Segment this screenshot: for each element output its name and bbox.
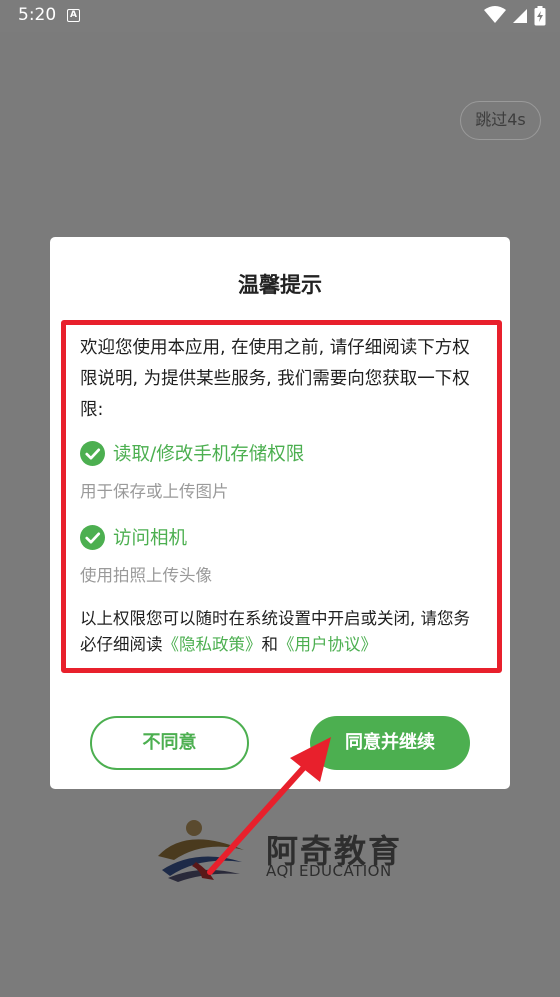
outro-and: 和 <box>261 635 279 654</box>
dialog-title: 温馨提示 <box>238 273 322 297</box>
disagree-button[interactable]: 不同意 <box>90 716 249 770</box>
notification-icon: A <box>67 9 80 22</box>
permission-dialog: 温馨提示 欢迎您使用本应用, 在使用之前, 请仔细阅读下方权限说明, 为提供某些… <box>50 237 510 789</box>
permission-item-camera: 访问相机 使用拍照上传头像 <box>80 524 480 586</box>
signal-icon <box>512 9 527 23</box>
permission-description: 用于保存或上传图片 <box>80 482 229 501</box>
privacy-policy-link[interactable]: 《隐私政策》 <box>163 635 262 654</box>
outro-text: 以上权限您可以随时在系统设置中开启或关闭, 请您务必仔细阅读《隐私政策》和《用户… <box>80 606 480 658</box>
status-icons <box>483 6 546 26</box>
agree-continue-button[interactable]: 同意并继续 <box>310 716 470 770</box>
brand-logo <box>158 820 244 882</box>
wifi-icon <box>483 6 506 23</box>
battery-charging-icon <box>534 6 546 26</box>
check-circle-icon <box>80 525 105 550</box>
permission-title: 读取/修改手机存储权限 <box>113 444 305 465</box>
permission-item-storage: 读取/修改手机存储权限 用于保存或上传图片 <box>80 440 480 502</box>
dialog-content: 欢迎您使用本应用, 在使用之前, 请仔细阅读下方权限说明, 为提供某些服务, 我… <box>80 333 480 658</box>
check-circle-icon <box>80 441 105 466</box>
permission-description: 使用拍照上传头像 <box>80 566 212 585</box>
intro-text: 欢迎您使用本应用, 在使用之前, 请仔细阅读下方权限说明, 为提供某些服务, 我… <box>80 338 470 420</box>
brand-subname: AQI EDUCATION <box>266 862 392 880</box>
status-time: 5:20 <box>18 5 57 25</box>
user-agreement-link[interactable]: 《用户协议》 <box>278 635 377 654</box>
permission-title: 访问相机 <box>113 528 188 549</box>
status-bar: 5:20 A <box>0 0 560 32</box>
skip-button[interactable]: 跳过4s <box>460 101 541 140</box>
